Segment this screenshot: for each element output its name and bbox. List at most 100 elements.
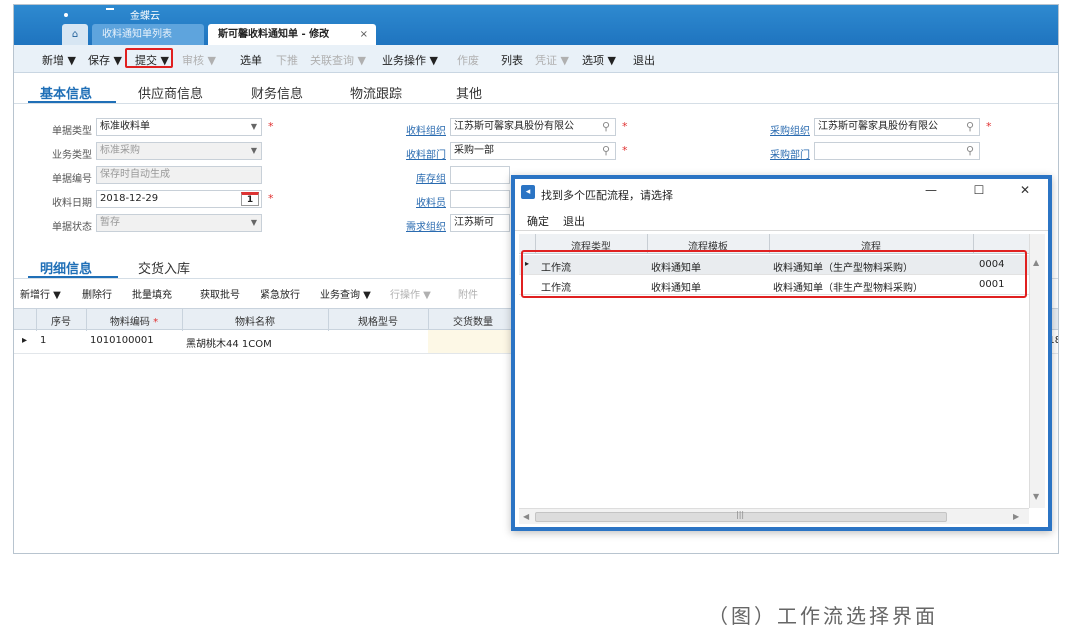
- recv-dept-input[interactable]: 采购一部 ⚲: [450, 142, 616, 160]
- col-delivery-qty[interactable]: 交货数量: [428, 313, 518, 328]
- rows-highlight-box: [521, 250, 1027, 298]
- cell-material-code[interactable]: 1010100001: [90, 335, 154, 346]
- chevron-down-icon: ▼: [250, 122, 257, 131]
- audit-button[interactable]: 审核 ▼: [182, 52, 216, 68]
- col-material-code[interactable]: 物料编码 *: [86, 313, 182, 328]
- bill-type-select[interactable]: 标准收料单 ▼: [96, 118, 262, 136]
- search-icon[interactable]: ⚲: [602, 143, 610, 159]
- erp-window: 金蝶云 ⌂ 收料通知单列表 斯可馨收料通知单 - 修改 × 新增 ▼ 保存 ▼ 提…: [13, 4, 1059, 554]
- cell-material-name[interactable]: 黑胡桃木44 1COM: [186, 335, 272, 350]
- horizontal-scrollbar[interactable]: ◀ ||| ▶: [519, 508, 1029, 524]
- bill-no-input[interactable]: 保存时自动生成: [96, 166, 262, 184]
- tab-basic-info[interactable]: 基本信息: [40, 83, 92, 102]
- receiver-link[interactable]: 收料员: [386, 194, 446, 209]
- attachment-button[interactable]: 附件: [458, 286, 478, 301]
- required-mark: *: [268, 120, 274, 133]
- tab-receipt-edit[interactable]: 斯可馨收料通知单 - 修改 ×: [208, 24, 376, 45]
- search-icon[interactable]: ⚲: [966, 143, 974, 159]
- stock-group-link[interactable]: 库存组: [386, 170, 446, 185]
- purchase-org-link[interactable]: 采购组织: [750, 122, 810, 137]
- col-spec[interactable]: 规格型号: [328, 313, 428, 328]
- minimize-icon[interactable]: —: [919, 183, 943, 201]
- business-op-button[interactable]: 业务操作 ▼: [382, 52, 438, 68]
- figure-caption: （图）工作流选择界面: [708, 604, 938, 628]
- grip-icon: |||: [736, 510, 745, 519]
- tab-other[interactable]: 其他: [456, 83, 482, 102]
- tab-delivery-stock[interactable]: 交货入库: [138, 258, 190, 277]
- options-button[interactable]: 选项 ▼: [582, 52, 616, 68]
- select-bill-button[interactable]: 选单: [240, 52, 262, 68]
- menu-dash-icon: [106, 8, 114, 10]
- dialog-exit-button[interactable]: 退出: [563, 213, 585, 229]
- receive-date-value: 2018-12-29: [100, 193, 159, 204]
- recv-org-link[interactable]: 收料组织: [386, 122, 446, 137]
- urgent-release-button[interactable]: 紧急放行: [260, 286, 300, 301]
- col-label: 物料编码: [109, 317, 150, 328]
- scroll-thumb[interactable]: |||: [535, 510, 947, 522]
- void-button[interactable]: 作废: [457, 52, 479, 68]
- tab-divider: [14, 103, 1058, 104]
- demand-org-link[interactable]: 需求组织: [386, 218, 446, 233]
- batch-fill-button[interactable]: 批量填充: [132, 286, 172, 301]
- biz-type-label: 业务类型: [52, 150, 92, 161]
- receiver-input[interactable]: [450, 190, 510, 208]
- close-icon[interactable]: ✕: [1013, 183, 1037, 201]
- get-batch-button[interactable]: 获取批号: [200, 286, 240, 301]
- cell-seq: 1: [40, 335, 47, 346]
- bill-type-value: 标准收料单: [100, 121, 150, 132]
- tab-supplier-info[interactable]: 供应商信息: [138, 83, 203, 102]
- home-tab[interactable]: ⌂: [62, 24, 88, 45]
- recv-org-value: 江苏斯可馨家具股份有限公: [454, 121, 574, 132]
- scroll-left-icon[interactable]: ◀: [523, 512, 529, 521]
- biz-query-button[interactable]: 业务查询 ▼: [320, 286, 371, 301]
- tab-detail-info[interactable]: 明细信息: [40, 258, 92, 277]
- recv-dept-value: 采购一部: [454, 145, 494, 156]
- exit-button[interactable]: 退出: [633, 52, 655, 68]
- recv-dept-link[interactable]: 收料部门: [386, 146, 446, 161]
- scroll-down-icon[interactable]: ▼: [1033, 492, 1039, 501]
- search-icon[interactable]: ⚲: [602, 119, 610, 135]
- biz-type-value: 标准采购: [100, 145, 140, 156]
- required-mark: *: [153, 317, 159, 328]
- menu-dot-icon: [64, 13, 68, 17]
- editable-cell-bg: [428, 330, 518, 353]
- voucher-button[interactable]: 凭证 ▼: [535, 52, 569, 68]
- col-seq[interactable]: 序号: [36, 313, 86, 328]
- tab-finance-info[interactable]: 财务信息: [251, 83, 303, 102]
- add-row-button[interactable]: 新增行 ▼: [20, 286, 61, 301]
- delete-row-button[interactable]: 删除行: [82, 286, 112, 301]
- stock-group-input[interactable]: [450, 166, 510, 184]
- receive-date-input[interactable]: 2018-12-29 1: [96, 190, 262, 208]
- tab-receipt-list[interactable]: 收料通知单列表: [92, 24, 204, 45]
- tab-close-icon[interactable]: ×: [360, 24, 368, 45]
- calendar-icon[interactable]: 1: [241, 192, 259, 206]
- biz-type-select[interactable]: 标准采购 ▼: [96, 142, 262, 160]
- push-down-button[interactable]: 下推: [276, 52, 298, 68]
- list-button[interactable]: 列表: [501, 52, 523, 68]
- vertical-scrollbar[interactable]: ▲ ▼: [1029, 234, 1045, 508]
- scroll-right-icon[interactable]: ▶: [1013, 512, 1019, 521]
- recv-org-input[interactable]: 江苏斯可馨家具股份有限公 ⚲: [450, 118, 616, 136]
- purchase-dept-input[interactable]: ⚲: [814, 142, 980, 160]
- app-brand: 金蝶云: [130, 11, 160, 22]
- submit-highlight-box: [125, 48, 173, 68]
- demand-org-input[interactable]: 江苏斯可: [450, 214, 510, 232]
- required-mark: *: [986, 120, 992, 133]
- scroll-up-icon[interactable]: ▲: [1033, 258, 1039, 267]
- dialog-title: 找到多个匹配流程，请选择: [541, 189, 673, 202]
- col-material-name[interactable]: 物料名称: [182, 313, 328, 328]
- required-mark: *: [622, 120, 628, 133]
- row-op-button[interactable]: 行操作 ▼: [390, 286, 431, 301]
- related-query-button[interactable]: 关联查询 ▼: [310, 52, 366, 68]
- bill-status-select[interactable]: 暂存 ▼: [96, 214, 262, 232]
- maximize-icon[interactable]: ☐: [967, 183, 991, 201]
- search-icon[interactable]: ⚲: [966, 119, 974, 135]
- purchase-dept-link[interactable]: 采购部门: [750, 146, 810, 161]
- home-icon: ⌂: [71, 29, 79, 40]
- new-button[interactable]: 新增 ▼: [42, 52, 76, 68]
- tab-logistics[interactable]: 物流跟踪: [350, 83, 402, 102]
- confirm-button[interactable]: 确定: [527, 213, 549, 229]
- purchase-org-input[interactable]: 江苏斯可馨家具股份有限公 ⚲: [814, 118, 980, 136]
- save-button[interactable]: 保存 ▼: [88, 52, 122, 68]
- required-mark: *: [268, 192, 274, 205]
